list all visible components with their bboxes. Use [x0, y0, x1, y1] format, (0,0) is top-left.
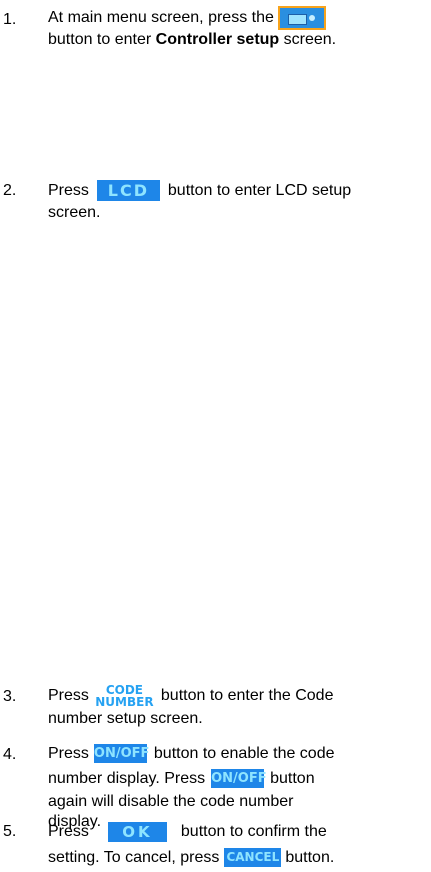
- step-text: Press ON/OFF button to enable the code num…: [48, 742, 431, 832]
- step-text-part: Press: [48, 745, 89, 762]
- step-text-line: screen.: [48, 204, 101, 221]
- step-5: 5. Press OK button to confirm the setting.…: [0, 820, 431, 870]
- step-2: 2. Press LCD button to enter LCD setup scr…: [0, 179, 431, 241]
- step-number: 5.: [3, 823, 17, 840]
- ok-button-icon: OK: [107, 821, 167, 842]
- step-text-part: button to confirm the: [180, 823, 327, 840]
- step-text-part: button.: [285, 849, 335, 866]
- step-1: 1. At main menu screen, press the button…: [0, 6, 431, 72]
- step-text: Press CODE NUMBER button to enter the Code …: [48, 683, 431, 729]
- step-text-line: again will disable the code number: [48, 793, 294, 810]
- controller-setup-icon: [277, 6, 326, 30]
- cancel-button-icon: CANCEL: [224, 848, 282, 868]
- step-text: Press LCD button to enter LCD setup screen…: [48, 179, 431, 223]
- step-3: 3. Press CODE NUMBER button to enter the Co…: [0, 683, 431, 737]
- step-text-part: button to enter the Code: [160, 687, 334, 705]
- step-text-part: Press: [48, 182, 89, 199]
- step-text-part: At main menu screen, press the: [48, 9, 274, 27]
- step-text-part: button to enter LCD setup: [167, 182, 352, 199]
- step-text-part: number display. Press: [48, 770, 206, 787]
- step-number: 3.: [3, 688, 17, 705]
- on-off-button-icon: ON/OFF: [93, 744, 150, 764]
- step-number: 4.: [3, 746, 17, 763]
- step-text: At main menu screen, press the button to…: [48, 6, 431, 50]
- step-text-part: button: [270, 770, 315, 787]
- step-text: Press OK button to confirm the setting. To…: [48, 820, 431, 870]
- step-number: 2.: [3, 182, 17, 199]
- step-text-part: Press: [48, 687, 89, 705]
- step-text-part: screen.: [283, 31, 337, 48]
- step-text-part: Press: [48, 823, 89, 840]
- on-off-button-icon: ON/OFF: [211, 769, 267, 789]
- step-text-part: button to enter: [48, 31, 152, 48]
- lcd-button-icon: LCD: [96, 180, 160, 202]
- step-text-part: setting. To cancel, press: [48, 849, 220, 866]
- step-text-part: button to enable the code: [153, 745, 335, 762]
- step-number: 1.: [3, 11, 17, 28]
- controller-setup-label: Controller setup: [155, 31, 280, 48]
- code-number-button-icon: CODE NUMBER: [94, 683, 154, 709]
- step-text-line: number setup screen.: [48, 710, 203, 727]
